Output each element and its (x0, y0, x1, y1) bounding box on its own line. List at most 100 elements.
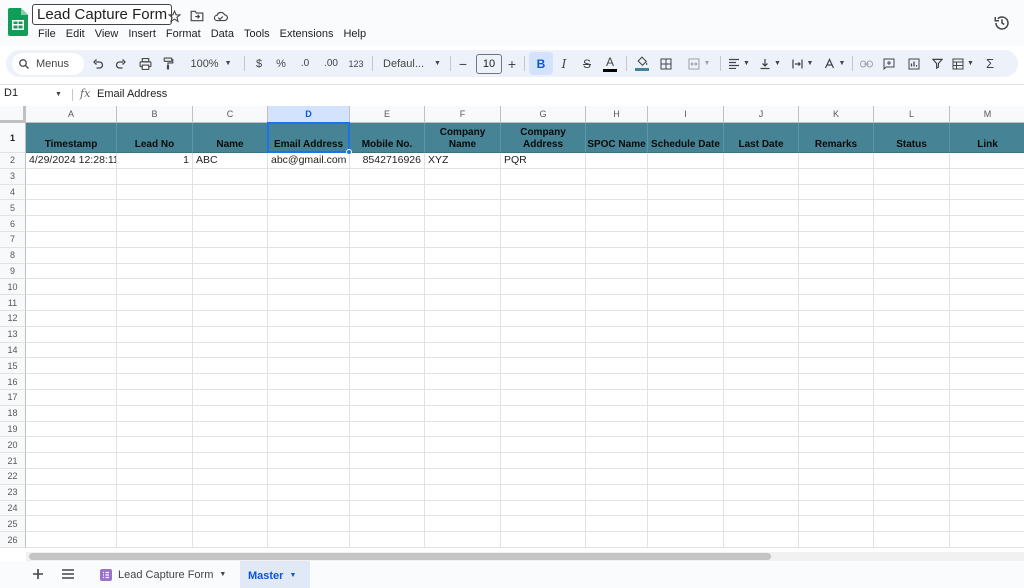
empty-cell[interactable] (268, 279, 350, 296)
empty-cell[interactable] (799, 453, 874, 469)
text-rotation-button[interactable]: ▼ (820, 50, 848, 77)
empty-cell[interactable] (874, 342, 950, 359)
empty-cell[interactable] (26, 374, 117, 390)
empty-cell[interactable] (117, 390, 193, 406)
caret-down-icon[interactable]: ▼ (289, 572, 296, 579)
scrollbar-thumb[interactable] (29, 553, 771, 560)
empty-cell[interactable] (950, 437, 1024, 454)
data-cell[interactable]: PQR (501, 153, 586, 169)
row-header[interactable]: 5 (0, 200, 26, 217)
empty-cell[interactable] (648, 374, 724, 390)
empty-cell[interactable] (350, 484, 425, 501)
empty-cell[interactable] (350, 216, 425, 232)
empty-cell[interactable] (724, 295, 799, 311)
data-cell[interactable]: XYZ (425, 153, 501, 169)
empty-cell[interactable] (501, 500, 586, 517)
empty-cell[interactable] (950, 358, 1024, 375)
empty-cell[interactable] (874, 374, 950, 390)
empty-cell[interactable] (648, 484, 724, 501)
empty-cell[interactable] (501, 516, 586, 533)
formula-input[interactable]: Email Address (97, 88, 167, 100)
row-header[interactable]: 17 (0, 390, 26, 406)
menu-tools[interactable]: Tools (244, 28, 270, 41)
document-title-input[interactable]: Lead Capture Form (32, 4, 173, 25)
empty-cell[interactable] (26, 168, 117, 185)
empty-cell[interactable] (501, 342, 586, 359)
empty-cell[interactable] (268, 421, 350, 438)
empty-cell[interactable] (586, 437, 648, 454)
empty-cell[interactable] (193, 421, 268, 438)
increase-decimal-button[interactable]: .00 (320, 50, 342, 77)
empty-cell[interactable] (874, 279, 950, 296)
empty-cell[interactable] (26, 295, 117, 311)
empty-cell[interactable] (501, 263, 586, 280)
empty-cell[interactable] (26, 279, 117, 296)
empty-cell[interactable] (26, 358, 117, 375)
empty-cell[interactable] (193, 247, 268, 264)
cloud-status-icon[interactable] (212, 8, 228, 24)
empty-cell[interactable] (586, 516, 648, 533)
empty-cell[interactable] (268, 216, 350, 232)
empty-cell[interactable] (117, 232, 193, 248)
empty-cell[interactable] (950, 295, 1024, 311)
empty-cell[interactable] (586, 247, 648, 264)
menu-view[interactable]: View (95, 28, 119, 41)
empty-cell[interactable] (193, 263, 268, 280)
decrease-decimal-button[interactable]: .0 (296, 50, 314, 77)
empty-cell[interactable] (501, 532, 586, 548)
empty-cell[interactable] (724, 326, 799, 343)
empty-cell[interactable] (799, 421, 874, 438)
empty-cell[interactable] (350, 263, 425, 280)
empty-cell[interactable] (26, 184, 117, 201)
empty-cell[interactable] (799, 358, 874, 375)
row-header[interactable]: 20 (0, 437, 26, 454)
empty-cell[interactable] (425, 374, 501, 390)
empty-cell[interactable] (425, 469, 501, 485)
menu-extensions[interactable]: Extensions (280, 28, 334, 41)
empty-cell[interactable] (501, 184, 586, 201)
empty-cell[interactable] (193, 500, 268, 517)
empty-cell[interactable] (874, 232, 950, 248)
empty-cell[interactable] (799, 216, 874, 232)
empty-cell[interactable] (26, 263, 117, 280)
header-cell[interactable]: Company Address (501, 123, 586, 153)
data-cell[interactable]: 1 (117, 153, 193, 169)
header-cell[interactable]: Timestamp (26, 123, 117, 153)
empty-cell[interactable] (268, 500, 350, 517)
empty-cell[interactable] (874, 437, 950, 454)
empty-cell[interactable] (193, 358, 268, 375)
empty-cell[interactable] (950, 311, 1024, 327)
row-header[interactable]: 7 (0, 232, 26, 248)
row-header[interactable]: 16 (0, 374, 26, 390)
add-sheet-icon[interactable] (31, 567, 45, 581)
empty-cell[interactable] (26, 516, 117, 533)
empty-cell[interactable] (26, 421, 117, 438)
empty-cell[interactable] (586, 232, 648, 248)
row-header[interactable]: 10 (0, 279, 26, 296)
empty-cell[interactable] (425, 216, 501, 232)
empty-cell[interactable] (117, 405, 193, 422)
empty-cell[interactable] (586, 263, 648, 280)
empty-cell[interactable] (799, 168, 874, 185)
empty-cell[interactable] (425, 232, 501, 248)
empty-cell[interactable] (874, 184, 950, 201)
empty-cell[interactable] (950, 422, 1024, 438)
empty-cell[interactable] (950, 532, 1024, 548)
empty-cell[interactable] (586, 500, 648, 517)
menu-insert[interactable]: Insert (128, 28, 156, 41)
menu-format[interactable]: Format (166, 28, 201, 41)
empty-cell[interactable] (350, 469, 425, 485)
sheet-tab-lead-capture-form[interactable]: Lead Capture Form ▼ (92, 561, 234, 588)
empty-cell[interactable] (350, 247, 425, 264)
data-cell[interactable]: abc@gmail.com (268, 153, 350, 169)
horizontal-scrollbar[interactable] (26, 552, 1024, 561)
row-header[interactable]: 2 (0, 153, 26, 169)
empty-cell[interactable] (425, 311, 501, 327)
empty-cell[interactable] (26, 390, 117, 406)
empty-cell[interactable] (648, 453, 724, 469)
empty-cell[interactable] (268, 358, 350, 375)
empty-cell[interactable] (268, 311, 350, 327)
star-icon[interactable] (166, 8, 182, 24)
empty-cell[interactable] (193, 453, 268, 469)
row-header[interactable]: 13 (0, 326, 26, 343)
